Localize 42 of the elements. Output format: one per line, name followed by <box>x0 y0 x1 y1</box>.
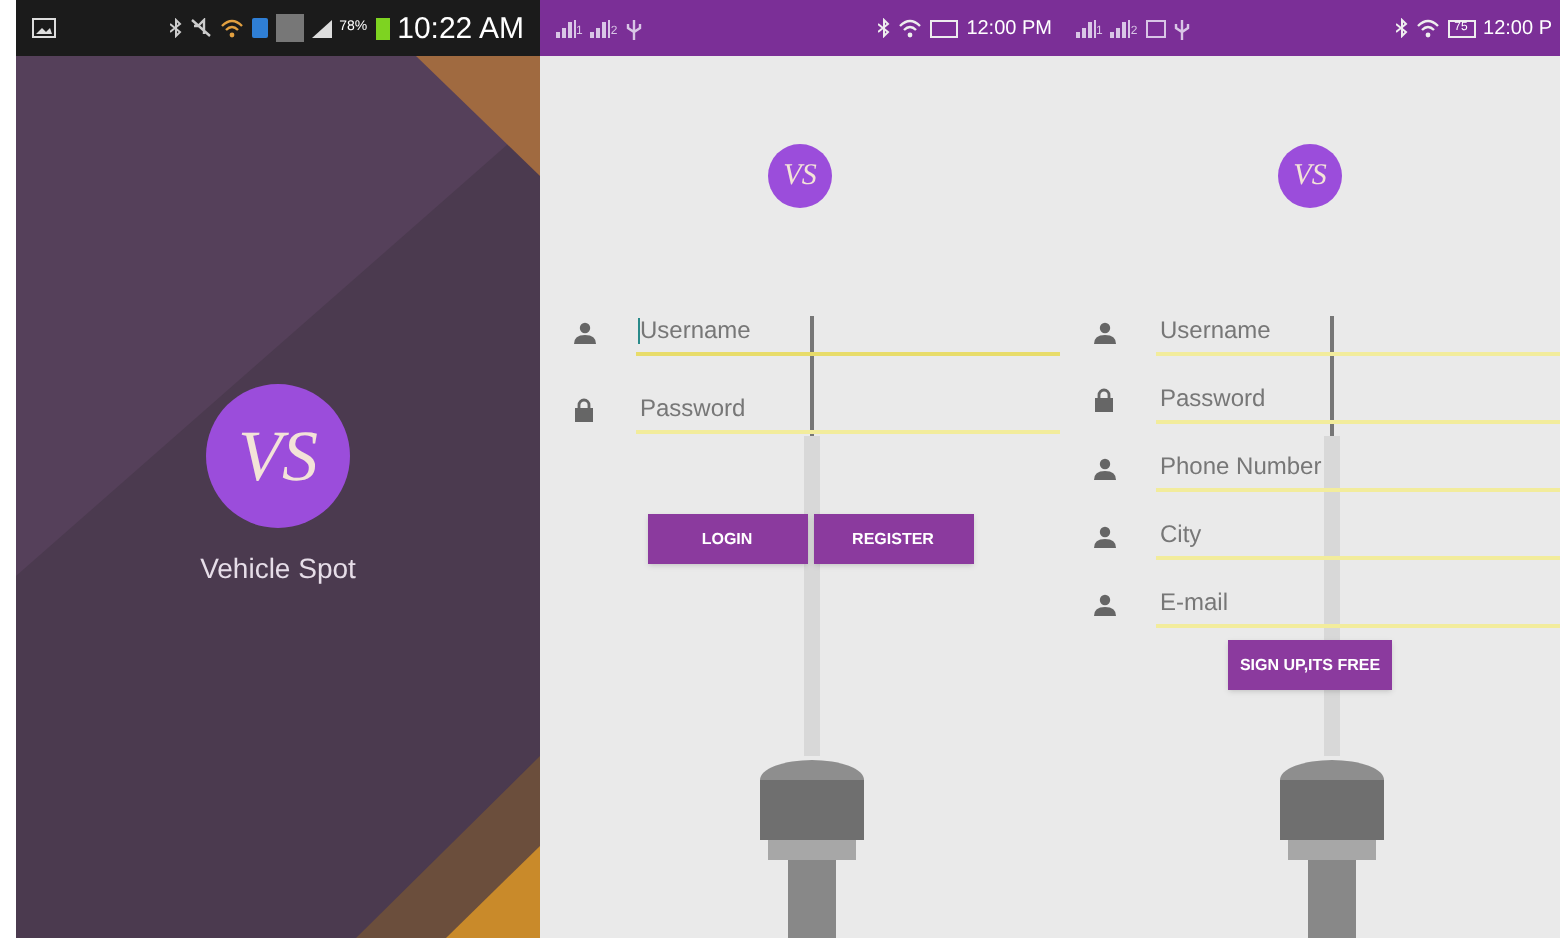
mute-icon <box>189 18 212 38</box>
image-icon <box>1145 19 1166 37</box>
app-logo: VS <box>206 384 350 528</box>
wifi-icon <box>898 18 923 38</box>
signal-icon <box>311 19 332 37</box>
bluetooth-icon <box>878 18 891 38</box>
action-button[interactable]: SIGN UP,ITS FREE <box>1227 640 1393 690</box>
text-field[interactable]: Password <box>1156 376 1560 424</box>
thumbnail-icon <box>275 14 304 42</box>
signal-icon <box>1110 19 1131 37</box>
bluetooth-icon <box>1395 18 1408 38</box>
bluetooth-icon <box>169 18 182 38</box>
signal-icon <box>1076 19 1096 37</box>
person-icon <box>1093 457 1115 479</box>
signal-icon <box>590 19 611 37</box>
person-icon <box>1093 525 1115 547</box>
lock-icon <box>1094 388 1114 412</box>
usb-icon <box>625 17 642 39</box>
text-field[interactable]: E-mail <box>1156 580 1560 628</box>
text-cursor <box>638 318 640 344</box>
text-field[interactable]: Password <box>636 386 1060 434</box>
action-button[interactable]: LOGIN <box>647 514 807 564</box>
wifi-icon <box>219 18 244 38</box>
signal-icon <box>556 19 576 37</box>
clock-time: 10:22 AM <box>397 13 524 43</box>
text-field[interactable]: City <box>1156 512 1560 560</box>
notification-icon <box>251 18 268 38</box>
person-icon <box>1093 321 1115 343</box>
person-icon <box>1093 593 1115 615</box>
person-icon <box>573 321 595 343</box>
battery-icon <box>375 17 390 39</box>
text-field[interactable]: Phone Number <box>1156 444 1560 492</box>
wifi-icon <box>1415 18 1440 38</box>
clock-time: 12:00 P <box>1483 15 1554 43</box>
clock-time: 12:00 PM <box>966 15 1054 43</box>
text-field[interactable]: Username <box>1156 308 1560 356</box>
battery-icon <box>930 19 959 37</box>
image-icon <box>32 18 56 38</box>
action-button[interactable]: REGISTER <box>813 514 973 564</box>
usb-icon <box>1173 17 1190 39</box>
app-name: Vehicle Spot <box>200 550 356 588</box>
lock-icon <box>574 398 594 422</box>
